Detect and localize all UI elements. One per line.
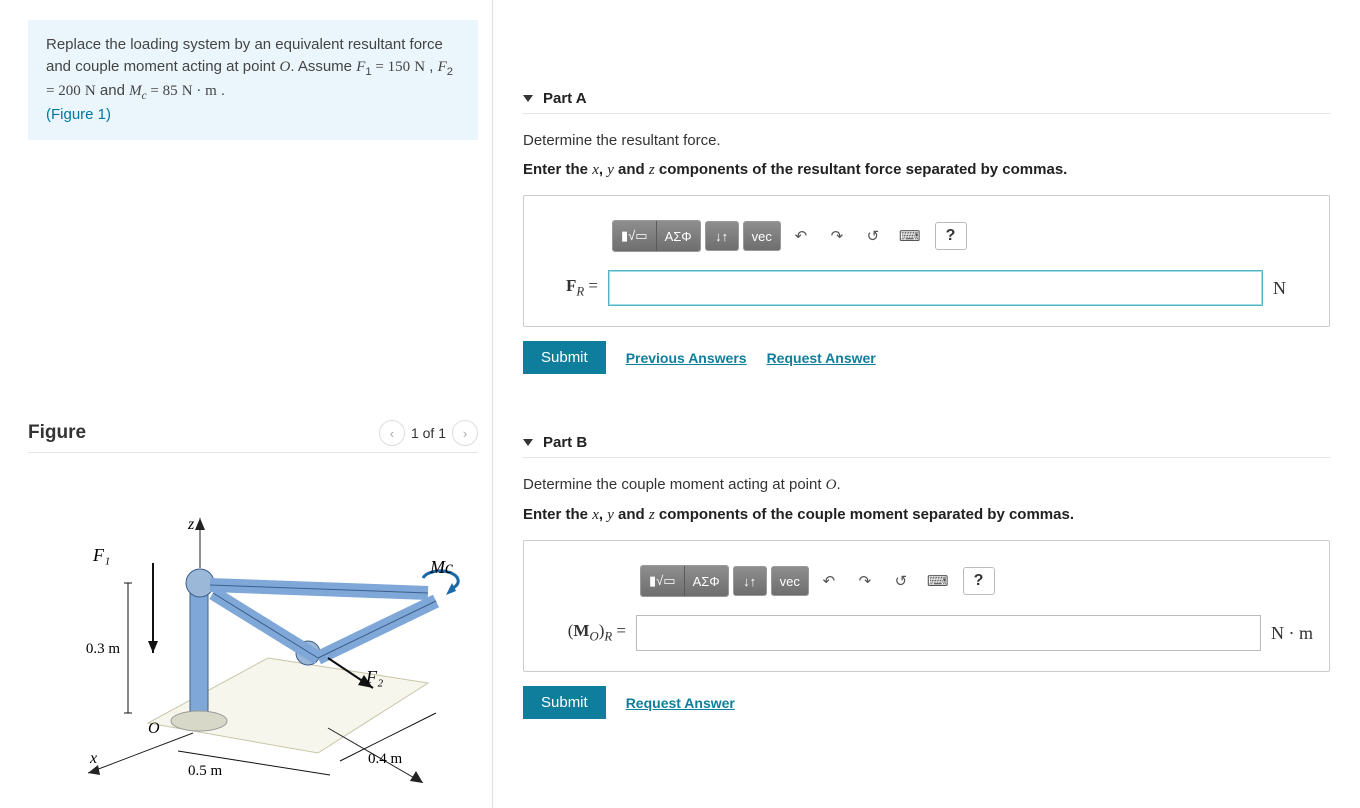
- dim-05m: 0.5 m: [188, 763, 223, 779]
- part-a: Part A Determine the resultant force. En…: [523, 90, 1330, 374]
- part-b-answer-input[interactable]: [636, 615, 1261, 651]
- figure-prev-button[interactable]: ‹: [379, 420, 405, 446]
- figure-heading: Figure: [28, 422, 86, 444]
- redo-button[interactable]: ↷: [849, 566, 881, 596]
- figure-nav-text: 1 of 1: [411, 425, 446, 441]
- force-F2-label: F₂: [365, 667, 383, 687]
- part-a-request-answer-link[interactable]: Request Answer: [767, 350, 876, 366]
- help-button[interactable]: ?: [935, 222, 967, 250]
- part-a-previous-answers-link[interactable]: Previous Answers: [626, 350, 747, 366]
- templates-button[interactable]: ▮√▭: [613, 221, 657, 251]
- point-O: O: [279, 59, 290, 75]
- dim-03m: 0.3 m: [86, 641, 121, 657]
- part-a-unit: N: [1273, 278, 1313, 299]
- axis-y-label: y: [414, 782, 424, 783]
- part-b-title: Part B: [543, 434, 587, 451]
- part-b-answer-box: ▮√▭ ΑΣΦ ↓↑ vec ↶ ↷ ↺ ⌨ ? (MO)R =: [523, 540, 1330, 672]
- force-F1-label: F₁: [92, 545, 110, 565]
- figure-diagram: z x y F₁ F₂ Mc O 0.3 m 0.5 m 0.4 m: [28, 483, 478, 783]
- undo-button[interactable]: ↶: [813, 566, 845, 596]
- dim-04m: 0.4 m: [368, 751, 403, 767]
- collapse-icon: [523, 439, 533, 446]
- vec-button[interactable]: vec: [743, 221, 781, 251]
- part-b-hint: Enter the x, y and z components of the c…: [523, 506, 1330, 524]
- templates-button[interactable]: ▮√▭: [641, 566, 685, 596]
- part-a-lhs: FR =: [540, 276, 598, 299]
- axis-z-label: z: [187, 516, 195, 533]
- reset-button[interactable]: ↺: [885, 566, 917, 596]
- part-a-hint: Enter the x, y and z components of the r…: [523, 161, 1330, 179]
- greek-button[interactable]: ΑΣΦ: [685, 566, 728, 596]
- part-b-header[interactable]: Part B: [523, 434, 1330, 458]
- problem-statement: Replace the loading system by an equival…: [28, 20, 478, 140]
- subscript-button[interactable]: ↓↑: [733, 566, 767, 596]
- part-b-desc: Determine the couple moment acting at po…: [523, 476, 1330, 494]
- subscript-button[interactable]: ↓↑: [705, 221, 739, 251]
- collapse-icon: [523, 95, 533, 102]
- keyboard-button[interactable]: ⌨: [921, 566, 955, 596]
- part-a-title: Part A: [543, 90, 587, 107]
- part-b-unit: N · m: [1271, 623, 1313, 644]
- help-button[interactable]: ?: [963, 567, 995, 595]
- origin-O-label: O: [148, 720, 160, 737]
- part-a-answer-input[interactable]: [608, 270, 1263, 306]
- part-a-submit-button[interactable]: Submit: [523, 341, 606, 374]
- figure-next-button[interactable]: ›: [452, 420, 478, 446]
- undo-button[interactable]: ↶: [785, 221, 817, 251]
- part-a-answer-box: ▮√▭ ΑΣΦ ↓↑ vec ↶ ↷ ↺ ⌨ ? FR =: [523, 195, 1330, 327]
- part-b-request-answer-link[interactable]: Request Answer: [626, 695, 735, 711]
- moment-Mc-label: Mc: [429, 557, 453, 577]
- part-b-toolbar: ▮√▭ ΑΣΦ ↓↑ vec ↶ ↷ ↺ ⌨ ?: [640, 565, 1313, 597]
- part-a-header[interactable]: Part A: [523, 90, 1330, 114]
- part-a-desc: Determine the resultant force.: [523, 132, 1330, 149]
- reset-button[interactable]: ↺: [857, 221, 889, 251]
- figure-link[interactable]: (Figure 1): [46, 106, 111, 123]
- greek-button[interactable]: ΑΣΦ: [657, 221, 700, 251]
- part-b-lhs: (MO)R =: [540, 621, 626, 644]
- part-b-submit-button[interactable]: Submit: [523, 686, 606, 719]
- vec-button[interactable]: vec: [771, 566, 809, 596]
- redo-button[interactable]: ↷: [821, 221, 853, 251]
- axis-x-label: x: [89, 750, 97, 767]
- figure-nav: ‹ 1 of 1 ›: [379, 420, 478, 446]
- keyboard-button[interactable]: ⌨: [893, 221, 927, 251]
- part-b: Part B Determine the couple moment actin…: [523, 434, 1330, 719]
- part-a-toolbar: ▮√▭ ΑΣΦ ↓↑ vec ↶ ↷ ↺ ⌨ ?: [612, 220, 1313, 252]
